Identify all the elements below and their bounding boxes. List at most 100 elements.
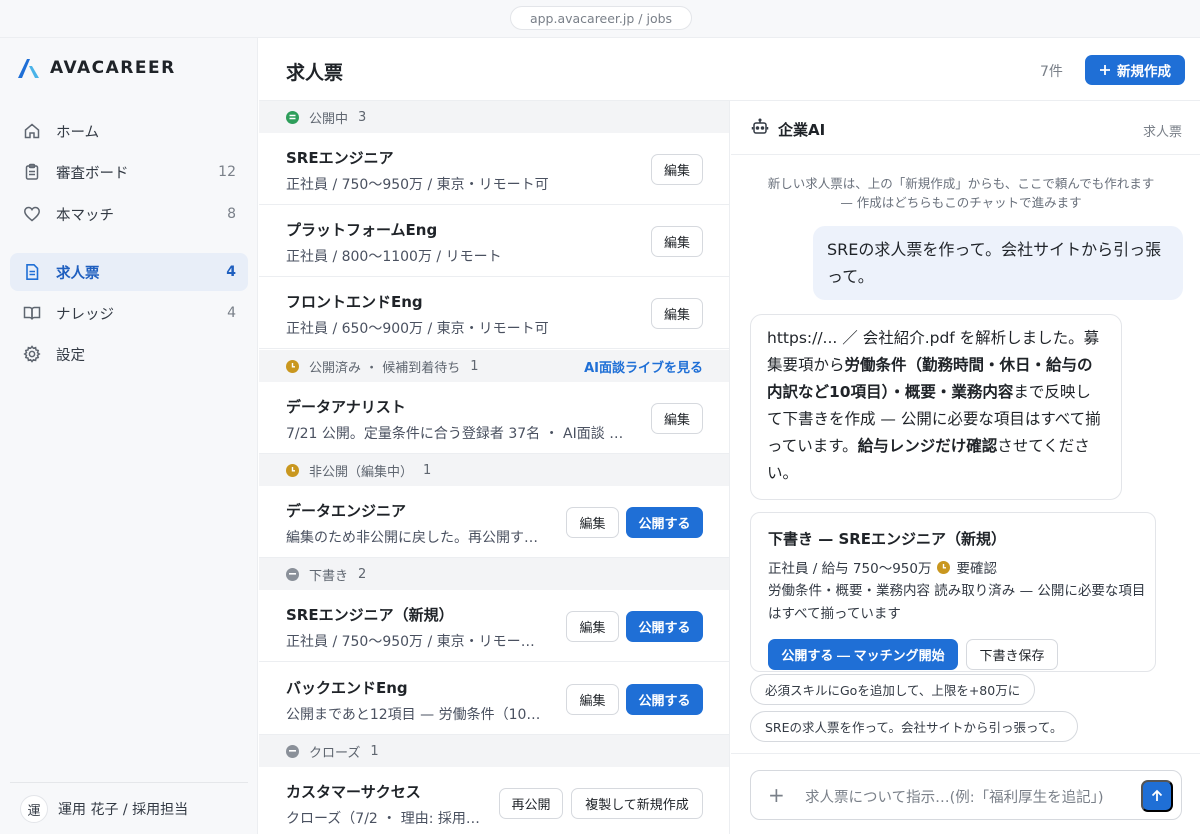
job-count: 7件	[1040, 64, 1063, 80]
edit-button[interactable]: 編集	[651, 154, 703, 185]
job-subtitle: クローズ（7/2 ・ 理由: 採用決定）	[286, 811, 486, 827]
job-row[interactable]: SREエンジニア（新規） 正社員 / 750〜950万 / 東京・リモート可 編…	[259, 590, 729, 662]
group-count: 3	[358, 109, 367, 125]
robot-icon	[751, 118, 769, 134]
group-label: 非公開（編集中）	[309, 464, 414, 480]
job-title: バックエンドEng	[286, 679, 408, 697]
sidebar-item-count: 4	[226, 264, 236, 280]
minus-circle-icon	[286, 744, 299, 758]
job-subtitle: 公開まであと12項目 — 労働条件（10項目）	[286, 707, 548, 723]
job-row[interactable]: データアナリスト 7/21 公開。定量条件に合う登録者 37名 ・ AI面談 進…	[259, 382, 729, 454]
send-button[interactable]	[1141, 780, 1173, 812]
brand-name: AVACAREER	[50, 58, 176, 78]
sidebar-item-count: 8	[227, 206, 236, 222]
edit-button[interactable]: 編集	[566, 611, 619, 642]
group-count: 1	[370, 743, 379, 759]
book-icon	[22, 303, 42, 323]
assistant-message: https://... ／ 会社紹介.pdf を解析しました。募集要項から労働条…	[750, 314, 1122, 500]
url-display[interactable]: app.avacareer.jp / jobs	[510, 6, 692, 30]
duplicate-button[interactable]: 複製して新規作成	[571, 788, 703, 819]
suggestion-chip[interactable]: 必須スキルにGoを追加して、上限を+80万に	[750, 674, 1036, 705]
edit-button[interactable]: 編集	[651, 403, 703, 434]
sidebar: AVACAREER ホーム 審査ボード 12 本マッチ 8 求人票 4 ナレッジ…	[0, 38, 258, 834]
sidebar-item-label: 審査ボード	[56, 165, 129, 182]
attach-plus-icon[interactable]: +	[768, 784, 785, 806]
sidebar-item-count: 4	[227, 305, 236, 321]
sidebar-item-jobs[interactable]: 求人票 4	[10, 253, 248, 291]
edit-button[interactable]: 編集	[566, 507, 619, 538]
job-row[interactable]: SREエンジニア 正社員 / 750〜950万 / 東京・リモート可 編集	[259, 133, 729, 205]
avatar: 運	[20, 795, 48, 823]
job-subtitle: 正社員 / 650〜900万 / 東京・リモート可	[286, 321, 549, 337]
edit-button[interactable]: 編集	[651, 226, 703, 257]
group-count: 2	[358, 566, 367, 582]
group-header-awaiting: 公開済み ・ 候補到着待ち 1 AI面談ライブを見る	[259, 350, 729, 382]
minus-circle-icon	[286, 567, 299, 581]
sidebar-item-review-board[interactable]: 審査ボード 12	[10, 153, 248, 191]
home-icon	[22, 121, 42, 141]
sidebar-item-label: 設定	[56, 347, 85, 364]
logo-icon	[18, 59, 39, 78]
sidebar-item-home[interactable]: ホーム	[10, 112, 248, 150]
chat-title: 企業AI	[778, 121, 826, 139]
group-header-draft: 下書き 2	[259, 558, 729, 590]
sidebar-item-settings[interactable]: 設定	[10, 335, 248, 373]
job-row[interactable]: バックエンドEng 公開まであと12項目 — 労働条件（10項目） 編集 公開す…	[259, 663, 729, 735]
edit-button[interactable]: 編集	[651, 298, 703, 329]
page-title: 求人票	[286, 62, 344, 84]
sidebar-item-label: ナレッジ	[56, 306, 114, 323]
draft-card: 下書き — SREエンジニア（新規） 正社員 / 給与 750〜950万 要確認…	[750, 512, 1156, 672]
group-count: 1	[470, 358, 479, 374]
job-row[interactable]: データエンジニア 編集のため非公開に戻した。再公開すると通知されます 編集 公開…	[259, 486, 729, 558]
plus-icon	[1100, 65, 1110, 75]
job-title: プラットフォームEng	[286, 221, 438, 239]
job-title: カスタマーサクセス	[286, 783, 421, 801]
edit-button[interactable]: 編集	[566, 684, 619, 715]
publish-button[interactable]: 公開する	[626, 507, 703, 538]
job-title: データアナリスト	[286, 398, 406, 416]
draft-meta: 正社員 / 給与 750〜950万 要確認	[768, 557, 997, 577]
job-subtitle: 正社員 / 800〜1100万 / リモート	[286, 249, 502, 265]
suggestion-chip[interactable]: SREの求人票を作って。会社サイトから引っ張って。	[750, 711, 1078, 742]
sidebar-item-label: 求人票	[56, 265, 100, 282]
job-subtitle: 編集のため非公開に戻した。再公開すると通知されます	[286, 530, 548, 546]
group-label: 公開中	[309, 111, 349, 127]
browser-bar: app.avacareer.jp / jobs	[0, 0, 1200, 38]
chat-input-placeholder: 求人票について指示…(例:「福利厚生を追記」)	[805, 790, 1104, 806]
sidebar-item-match[interactable]: 本マッチ 8	[10, 195, 248, 233]
brand[interactable]: AVACAREER	[16, 56, 176, 80]
draft-title: 下書き — SREエンジニア（新規）	[768, 530, 1007, 548]
group-header-published: 公開中 3	[259, 101, 729, 133]
draft-summary: 正社員 / 給与 750〜950万	[768, 561, 932, 577]
sidebar-item-knowledge[interactable]: ナレッジ 4	[10, 294, 248, 332]
sidebar-item-label: ホーム	[56, 124, 100, 141]
clock-icon	[937, 560, 951, 574]
job-row[interactable]: プラットフォームEng 正社員 / 800〜1100万 / リモート 編集	[259, 205, 729, 277]
publish-button[interactable]: 公開する	[626, 684, 703, 715]
job-subtitle: 7/21 公開。定量条件に合う登録者 37名 ・ AI面談 進行中	[286, 426, 631, 442]
chat-panel: 企業AI 求人票 新しい求人票は、上の「新規作成」からも、ここで頼んでも作れます…	[731, 101, 1200, 834]
publish-matching-button[interactable]: 公開する — マッチング開始	[768, 639, 958, 670]
job-title: フロントエンドEng	[286, 293, 423, 311]
group-label: クローズ	[309, 745, 361, 761]
arrow-up-icon	[1151, 789, 1163, 801]
user-profile[interactable]: 運 運用 花子 / 採用担当	[10, 782, 248, 823]
clipboard-icon	[22, 162, 42, 182]
chat-input[interactable]: + 求人票について指示…(例:「福利厚生を追記」)	[750, 770, 1182, 820]
ai-interview-live-link[interactable]: AI面談ライブを見る	[584, 357, 703, 376]
save-draft-button[interactable]: 下書き保存	[966, 639, 1058, 670]
republish-button[interactable]: 再公開	[499, 788, 563, 819]
group-label: 公開済み ・ 候補到着待ち	[309, 360, 461, 376]
message-emphasis: 給与レンジだけ確認	[857, 437, 998, 455]
system-note: 新しい求人票は、上の「新規作成」からも、ここで頼んでも作れます — 作成はどちら…	[767, 176, 1155, 210]
user-message: SREの求人票を作って。会社サイトから引っ張って。	[813, 226, 1183, 300]
job-row[interactable]: フロントエンドEng 正社員 / 650〜900万 / 東京・リモート可 編集	[259, 277, 729, 349]
job-subtitle: 正社員 / 750〜950万 / 東京・リモート可	[286, 177, 549, 193]
job-title: データエンジニア	[286, 502, 407, 520]
publish-button[interactable]: 公開する	[626, 611, 703, 642]
heart-icon	[22, 204, 42, 224]
new-job-button[interactable]: 新規作成	[1085, 55, 1185, 85]
job-subtitle: 正社員 / 750〜950万 / 東京・リモート可	[286, 634, 548, 650]
draft-description: 労働条件・概要・業務内容 読み取り済み — 公開に必要な項目はすべて揃っています	[768, 583, 1146, 622]
job-row[interactable]: カスタマーサクセス クローズ（7/2 ・ 理由: 採用決定） 再公開 複製して新…	[259, 767, 729, 834]
